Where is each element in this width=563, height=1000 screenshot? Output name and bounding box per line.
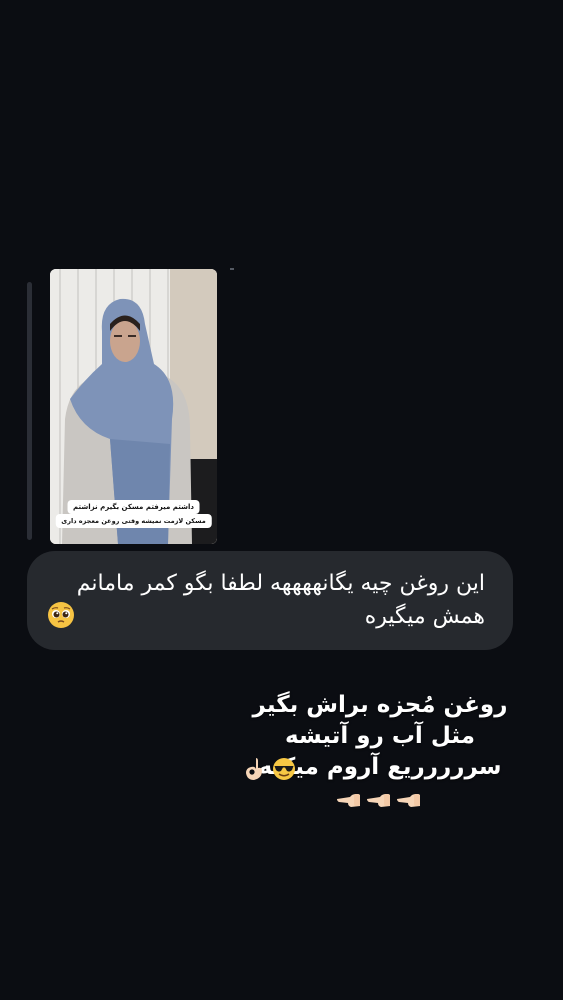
message-text: این روغن چیه یگانههههه لطفا بگو کمر ماما… [76,571,485,629]
story-caption-line1: داشتم میرفتم مسکن بگیرم نزاشتم [67,500,200,514]
smiling-face-sunglasses-icon [273,758,295,780]
ok-hand-icon [246,758,262,780]
reply-line-1: روغن مُجزه براش بگیر [252,692,508,718]
backhand-point-left-icon [397,794,420,807]
quoted-story-indicator [27,282,32,540]
received-message-bubble[interactable]: این روغن چیه یگانههههه لطفا بگو کمر ماما… [27,551,513,650]
story-thumbnail[interactable]: داشتم میرفتم مسکن بگیرم نزاشتم مسکن لازم… [50,269,217,544]
reply-line-2: مثل آب رو آتیشه [285,723,475,749]
story-caption-line2: مسکن لازمت نمیشه وقتی روغن معجزه داری [55,514,212,528]
pointing-emojis [336,790,422,810]
story-marker [230,268,234,270]
pleading-face-icon [48,602,74,628]
backhand-point-left-icon [367,794,390,807]
backhand-point-left-icon [337,794,360,807]
story-reply-screen: داشتم میرفتم مسکن بگیرم نزاشتم مسکن لازم… [0,0,563,1000]
